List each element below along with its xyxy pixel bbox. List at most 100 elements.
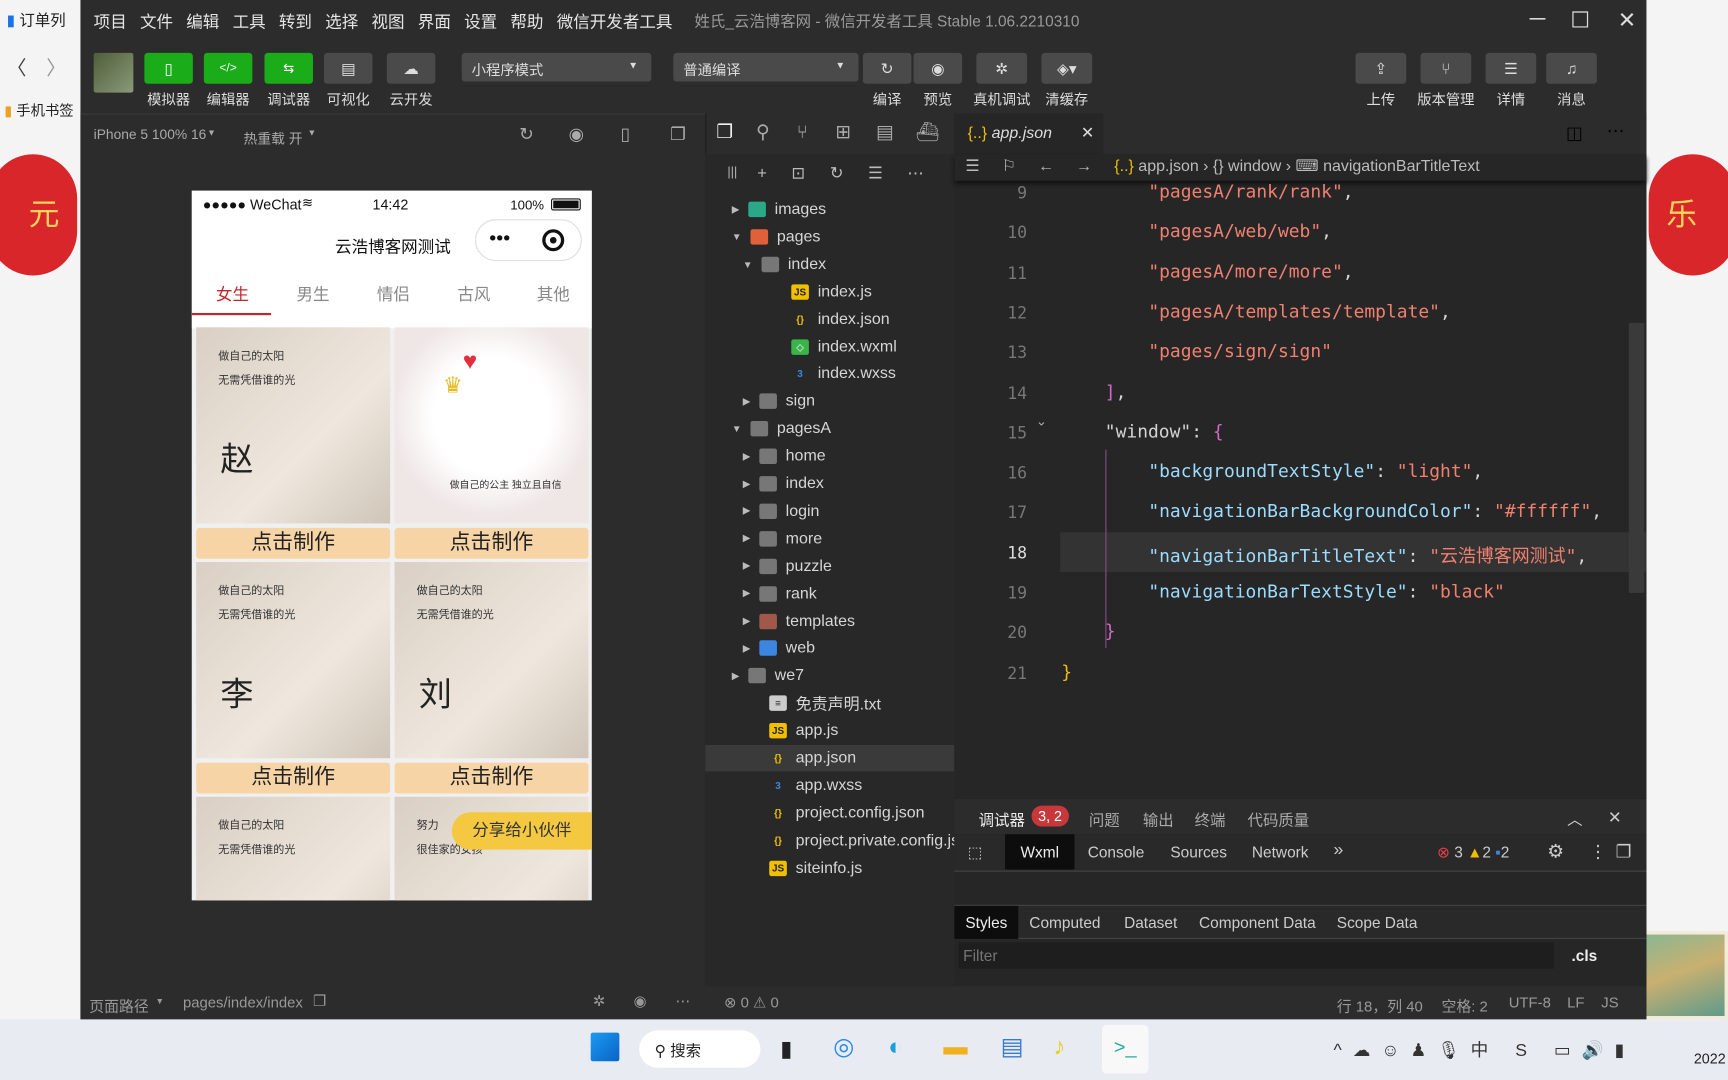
expand-icon[interactable]: ︿ [1567,808,1582,830]
tab-component-data[interactable]: Component Data [1199,914,1316,932]
chevron-right-icon[interactable]: ▶ [743,642,751,654]
cursor-position[interactable]: 行 18，列 40 [1337,994,1423,1016]
menu-file[interactable]: 文件 [140,9,173,32]
file-tree-item[interactable]: ▶ images [732,196,826,222]
code-line[interactable]: "window": { [1105,421,1224,442]
menu-view[interactable]: 视图 [371,9,404,32]
file-tree-item[interactable]: ▶ we7 [732,663,804,689]
close-tab-icon[interactable]: ✕ [1081,125,1094,143]
undock-icon[interactable]: ❐ [1616,841,1632,863]
file-tree-item[interactable]: ▶ home [743,443,826,469]
styles-filter-input[interactable] [958,942,1554,969]
code-line[interactable]: "navigationBarTextStyle": "black" [1148,581,1505,602]
eye-icon[interactable]: ◉ [634,993,647,1011]
file-tree-item[interactable]: ▶ rank [743,580,817,606]
refresh-icon[interactable]: ↻ [830,164,844,183]
make-button[interactable]: 点击制作 [394,527,589,559]
bug-icon[interactable]: ✲ [593,993,605,1011]
inspect-icon[interactable]: ⬚ [968,843,983,862]
messages-button[interactable]: ♫ [1546,52,1597,84]
new-folder-icon[interactable]: ⊡ [791,164,805,183]
code-line[interactable]: "navigationBarTitleText": "云浩博客网测试", [1148,541,1587,567]
tab-other[interactable]: 其他 [537,282,570,305]
make-button[interactable]: 点击制作 [196,527,391,559]
more-icon[interactable]: ⋯ [907,164,924,183]
cloud-button[interactable]: ☁ [386,52,436,84]
code-line[interactable]: "backgroundTextStyle": "light", [1148,461,1483,482]
eol[interactable]: LF [1567,994,1584,1011]
explorer-icon[interactable]: ▬ [943,1033,967,1062]
kebab-menu-icon[interactable]: ⋮ [1589,841,1607,863]
tab-ancient[interactable]: 古风 [457,282,490,305]
menu-tools[interactable]: 工具 [233,9,266,32]
docker-icon[interactable]: ⛴ [916,121,940,143]
file-tree-item[interactable]: 3 app.wxss [769,772,862,798]
upload-button[interactable]: ⇪ [1355,52,1407,84]
file-tree-item[interactable]: 3 index.wxss [791,361,896,387]
chevron-right-icon[interactable]: ▶ [732,203,740,215]
back-icon[interactable]: 〈 [7,53,27,82]
make-button[interactable]: 点击制作 [394,762,589,794]
more-actions-icon[interactable]: ⋯ [1607,120,1625,142]
tab-problems[interactable]: 问题 [1089,809,1120,831]
file-tree-item[interactable]: ▶ login [743,498,820,524]
mode-select[interactable]: 小程序模式 ▼ [461,52,652,82]
compile-select[interactable]: 普通编译 ▼ [673,52,859,82]
chevron-right-icon[interactable]: ▶ [743,450,751,462]
back-icon[interactable]: ← [1038,158,1054,176]
chevron-right-icon[interactable]: ▶ [743,505,751,517]
copy-icon[interactable]: ❐ [313,993,326,1011]
fold-icon[interactable]: ⌄ [1036,413,1047,428]
reload-icon[interactable]: ↻ [519,123,534,145]
code-line[interactable]: } [1061,661,1072,682]
compile-button[interactable]: ↻ [862,52,912,84]
menu-project[interactable]: 项目 [94,9,127,32]
editor-scrollbar[interactable] [1628,322,1645,593]
file-tree-item[interactable]: ≡ 免责声明.txt [769,690,881,716]
chevron-right-icon[interactable]: ▶ [743,478,751,490]
tab-terminal[interactable]: 终端 [1195,809,1226,831]
code-line[interactable]: "navigationBarBackgroundColor": "#ffffff… [1148,501,1602,522]
chevron-down-icon[interactable]: ▼ [732,423,742,434]
version-button[interactable]: ⑂ [1420,52,1472,84]
template-card[interactable]: 做自己的太阳 无需凭借谁的光李 [196,562,391,759]
chevron-right-icon[interactable]: ▶ [743,395,751,407]
chevron-down-icon[interactable]: ▼ [732,231,742,242]
file-tree-item[interactable]: {} project.config.json [769,800,924,826]
file-tree-item[interactable]: ▼ pagesA [732,416,831,442]
extensions-icon[interactable]: ⊞ [835,121,851,143]
forward-icon[interactable]: → [1076,158,1092,176]
taskbar-search[interactable]: ⚲ 搜索 [639,1030,761,1068]
file-tree-item[interactable]: {} index.json [791,306,889,332]
file-tree-item[interactable]: ▼ index [743,251,826,277]
search-icon[interactable]: ⚲ [756,121,770,143]
storage-icon[interactable]: ▤ [876,121,894,143]
git-icon[interactable]: ⑂ [797,121,808,143]
wechat-devtools-icon[interactable]: >_ [1102,1024,1149,1074]
settings-gear-icon[interactable]: ⚙ [1547,841,1564,863]
capsule-button[interactable]: ••• [474,219,582,262]
file-tree-item[interactable]: ▶ templates [743,608,855,634]
share-button[interactable]: 分享给小伙伴 [451,812,592,850]
chevron-right-icon[interactable]: ▶ [732,670,740,682]
tab-wxml[interactable]: Wxml [1005,834,1075,870]
remote-debug-button[interactable]: ✲ [976,52,1028,84]
breadcrumb-item[interactable]: window [1228,158,1281,176]
template-card[interactable]: 做自己的太阳 无需凭借谁的光赵 [196,327,391,524]
editor-button[interactable]: </> [203,52,253,84]
menu-devtools[interactable]: 微信开发者工具 [557,9,673,32]
tab-sources[interactable]: Sources [1170,843,1227,861]
tab-output[interactable]: 输出 [1143,809,1174,831]
page-path-select[interactable]: 页面路径 [89,994,149,1016]
debugger-button[interactable]: ⇆ [264,52,313,84]
menu-help[interactable]: 帮助 [510,9,543,32]
details-button[interactable]: ☰ [1485,52,1537,84]
tab-computed[interactable]: Computed [1029,914,1100,932]
simulator-button[interactable]: ▯ [144,52,193,84]
task-view-icon[interactable]: ▮ [780,1035,792,1063]
file-tree-item[interactable]: ▶ sign [743,388,815,414]
close-button[interactable]: ✕ [1618,7,1636,35]
cls-toggle[interactable]: .cls [1572,947,1598,965]
avatar[interactable] [93,52,134,93]
make-button[interactable]: 点击制作 [196,762,391,794]
